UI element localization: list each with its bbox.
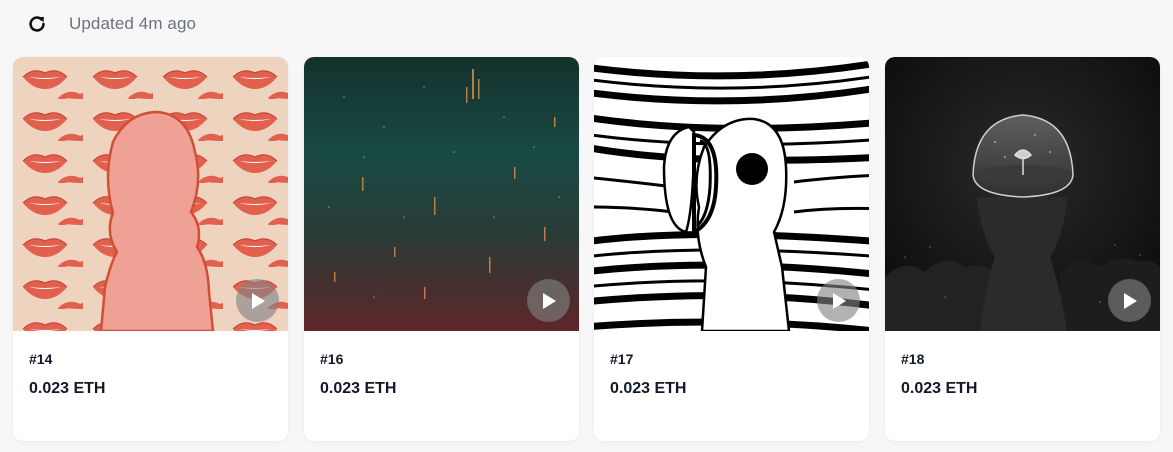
token-id: #14 bbox=[29, 351, 53, 367]
play-button[interactable] bbox=[527, 279, 570, 322]
refresh-button[interactable] bbox=[24, 11, 50, 37]
play-icon bbox=[832, 292, 846, 309]
token-price: 0.023 ETH bbox=[901, 380, 978, 397]
nft-artwork[interactable] bbox=[304, 57, 579, 331]
play-button[interactable] bbox=[1108, 279, 1151, 322]
updated-timestamp: Updated 4m ago bbox=[69, 14, 197, 33]
nft-card[interactable]: #16 0.023 ETH bbox=[304, 57, 579, 441]
refresh-icon bbox=[29, 16, 45, 32]
play-button[interactable] bbox=[236, 279, 279, 322]
token-id: #17 bbox=[610, 351, 634, 367]
nft-card[interactable]: #18 0.023 ETH bbox=[885, 57, 1160, 441]
nft-artwork[interactable] bbox=[594, 57, 869, 331]
nft-artwork[interactable] bbox=[885, 57, 1160, 331]
token-id: #18 bbox=[901, 351, 925, 367]
play-button[interactable] bbox=[817, 279, 860, 322]
play-icon bbox=[251, 292, 265, 309]
play-icon bbox=[1123, 292, 1137, 309]
top-bar: Updated 4m ago bbox=[0, 0, 1173, 48]
token-id: #16 bbox=[320, 351, 344, 367]
nft-card[interactable]: #14 0.023 ETH bbox=[13, 57, 288, 441]
token-price: 0.023 ETH bbox=[29, 380, 106, 397]
token-price: 0.023 ETH bbox=[610, 380, 687, 397]
nft-artwork[interactable] bbox=[13, 57, 288, 331]
play-icon bbox=[542, 292, 556, 309]
nft-card[interactable]: #17 0.023 ETH bbox=[594, 57, 869, 441]
token-price: 0.023 ETH bbox=[320, 380, 397, 397]
